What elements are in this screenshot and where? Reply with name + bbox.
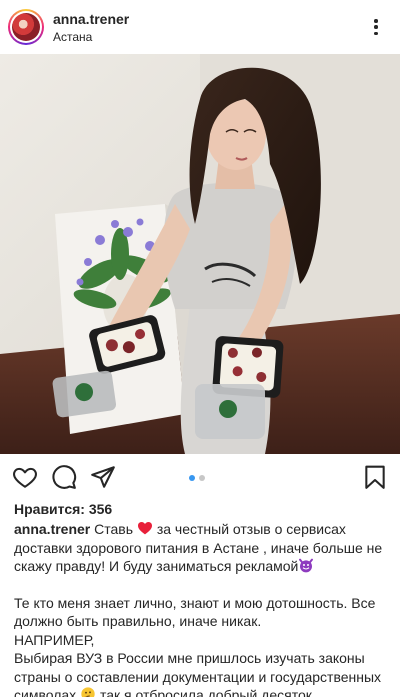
post-location[interactable]: Астана (53, 30, 129, 45)
send-icon[interactable] (90, 464, 116, 490)
carousel-dot (199, 475, 205, 481)
comment-icon[interactable] (51, 464, 77, 490)
red-heart-emoji (137, 522, 152, 535)
avatar-image (12, 13, 40, 41)
bookmark-icon[interactable] (362, 464, 388, 490)
caption-text: Ставь (94, 521, 134, 537)
carousel-indicator (189, 475, 205, 481)
caption-username[interactable]: anna.trener (14, 521, 90, 537)
post-photo-illustration (0, 54, 400, 454)
post-caption: anna.trener Ставь за честный отзыв о сер… (14, 520, 390, 697)
post-header: anna.trener Астана (0, 0, 400, 54)
caption-text: Те кто меня знает лично, знают и мою дот… (14, 594, 376, 630)
thinking-face-emoji (81, 687, 95, 697)
smiling-devil-emoji (299, 558, 314, 573)
user-block: anna.trener Астана (53, 11, 129, 45)
more-icon[interactable] (366, 17, 386, 37)
post-username[interactable]: anna.trener (53, 11, 129, 28)
carousel-dot-active (189, 475, 195, 481)
likes-count[interactable]: Нравится: 356 (14, 500, 112, 518)
heart-outline-icon[interactable] (12, 464, 38, 490)
post-photo[interactable] (0, 54, 400, 454)
avatar[interactable] (8, 9, 44, 45)
caption-text: НАПРИМЕР, (14, 631, 95, 648)
